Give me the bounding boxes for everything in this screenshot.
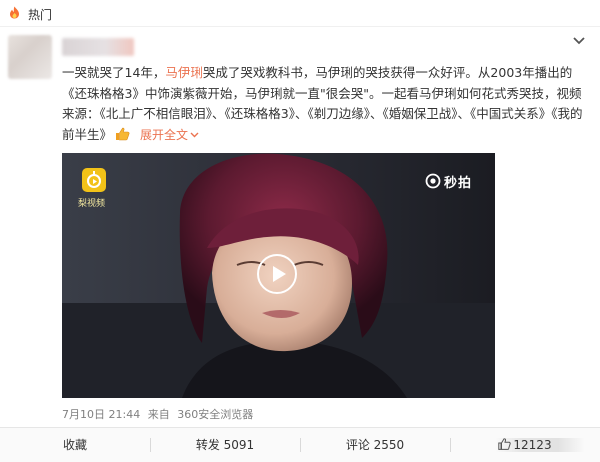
favorite-button[interactable]: 收藏: [0, 428, 150, 462]
miaopai-brand-icon: [425, 173, 441, 189]
play-button[interactable]: [257, 254, 297, 294]
play-icon: [273, 266, 286, 282]
hot-header: 热门: [0, 0, 600, 27]
expand-full-text-link[interactable]: 展开全文: [140, 128, 199, 142]
miaopai-brand-label: 秒拍: [444, 176, 473, 191]
favorite-label: 收藏: [62, 438, 87, 452]
mention-name-link[interactable]: 马伊琍: [165, 65, 203, 80]
watermark: [495, 438, 585, 452]
post-text: 一哭就哭了14年，马伊琍哭成了哭戏教科书，马伊琍的哭技获得一众好评。从2003年…: [62, 63, 584, 145]
weibo-post-card: 热门 一哭就哭了14年，马伊琍哭成了哭戏教科书，马伊琍的哭技获得一众好评。从20…: [0, 0, 600, 462]
comment-button[interactable]: 评论 2550: [300, 428, 450, 462]
post-text-seg1: 一哭就哭了14年，: [62, 65, 166, 80]
avatar[interactable]: [8, 35, 52, 79]
repost-label: 转发 5091: [195, 438, 255, 452]
video-player[interactable]: 梨视频 秒拍: [62, 153, 495, 398]
expand-label: 展开全文: [140, 127, 189, 142]
flame-icon: [10, 6, 19, 19]
post-source[interactable]: 360安全浏览器: [177, 408, 253, 421]
comment-label: 评论 2550: [345, 438, 405, 452]
post-meta: 7月10日 21:44 来自 360安全浏览器: [62, 406, 257, 422]
repost-button[interactable]: 转发 5091: [150, 428, 300, 462]
chevron-down-icon: [190, 132, 199, 137]
more-options-chevron-icon[interactable]: [572, 36, 586, 46]
thumbs-up-emoji-icon: [116, 127, 130, 140]
from-label: 来自: [147, 408, 170, 421]
pear-video-label: 梨视频: [78, 199, 106, 209]
pear-video-logo-icon: [82, 168, 106, 192]
author-name-blurred[interactable]: [62, 38, 134, 56]
hot-label: 热门: [28, 8, 53, 22]
post-time[interactable]: 7月10日 21:44: [62, 408, 140, 421]
